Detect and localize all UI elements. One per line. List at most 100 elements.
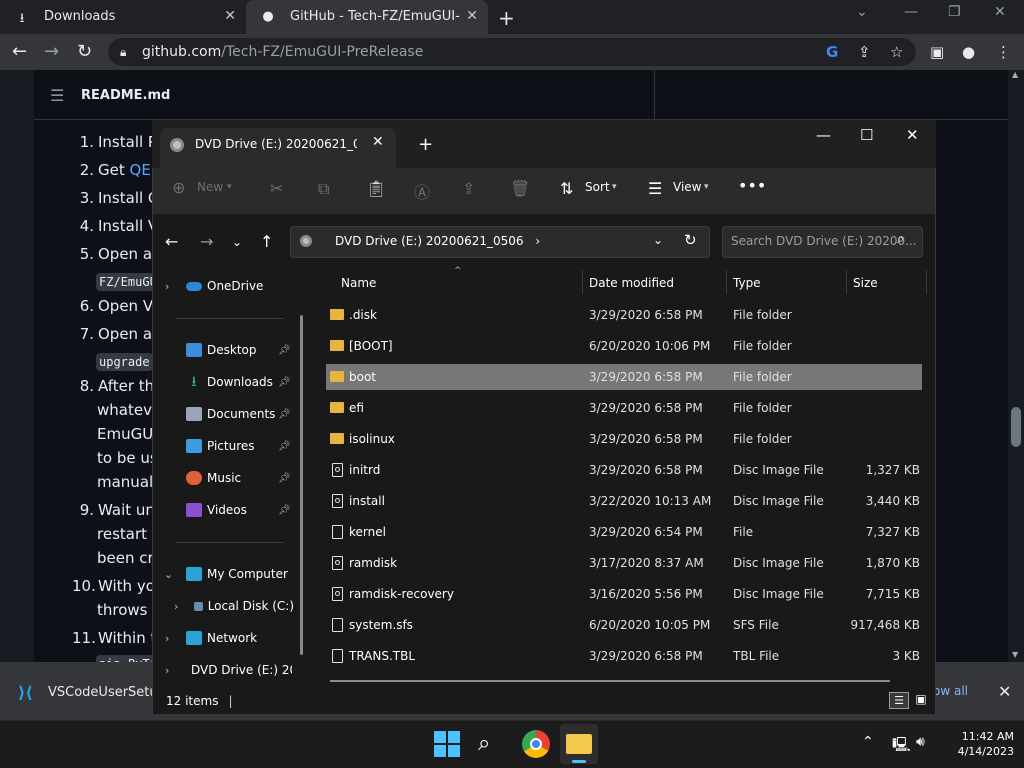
page-scrollbar[interactable]: [1008, 70, 1024, 662]
column-type[interactable]: Type: [733, 276, 761, 290]
new-plus-icon[interactable]: ⊕: [172, 178, 185, 197]
reload-button[interactable]: ↻: [77, 41, 92, 62]
column-separator[interactable]: [926, 270, 927, 294]
share-icon[interactable]: ⇪: [858, 43, 871, 61]
up-button[interactable]: ↑: [260, 232, 273, 251]
close-tab-icon[interactable]: ✕: [224, 8, 236, 24]
view-button[interactable]: View: [673, 180, 701, 194]
nav-item-downloads[interactable]: ⭳ Downloads: [186, 375, 273, 389]
scroll-up-arrow-icon[interactable]: ▲: [1012, 70, 1018, 79]
start-windows-icon[interactable]: [433, 730, 461, 758]
search-input[interactable]: Search DVD Drive (E:) 20200...: [731, 234, 917, 248]
maximize-button[interactable]: ☐: [860, 126, 873, 144]
pin-icon[interactable]: 📌︎: [278, 409, 291, 420]
nav-scrollbar[interactable]: [300, 315, 303, 655]
address-dropdown-icon[interactable]: ⌄: [653, 233, 663, 247]
new-tab-button[interactable]: +: [418, 134, 433, 155]
file-type: File folder: [733, 308, 792, 322]
restore-button[interactable]: ❐: [948, 4, 961, 20]
side-panel-icon[interactable]: ▣: [930, 43, 944, 61]
google-lens-icon[interactable]: G: [826, 43, 838, 61]
expand-chevron-icon[interactable]: ›: [165, 632, 169, 645]
refresh-icon[interactable]: ↻: [684, 231, 697, 249]
nav-item-onedrive[interactable]: OneDrive: [186, 279, 263, 293]
tab-github[interactable]: ● GitHub - Tech-FZ/EmuGUI-PreRelease ✕: [246, 0, 488, 34]
scroll-down-arrow-icon[interactable]: ▼: [1012, 650, 1018, 659]
menu-kebab-icon[interactable]: ⋮: [996, 43, 1011, 61]
nav-item-desktop[interactable]: Desktop: [186, 343, 257, 357]
paste-icon[interactable]: 📋︎: [366, 179, 386, 198]
nav-item-dvd-drive[interactable]: DVD Drive (E:) 20200621_0506: [186, 663, 292, 677]
nav-item-videos[interactable]: Videos: [186, 503, 247, 517]
expand-chevron-icon[interactable]: ›: [165, 280, 169, 293]
file-explorer-icon[interactable]: [566, 734, 592, 754]
tab-search-icon[interactable]: ⌄: [856, 4, 868, 20]
forward-button[interactable]: →: [44, 41, 59, 62]
close-tab-icon[interactable]: ✕: [466, 8, 478, 24]
network-icon[interactable]: 🖳︎: [892, 734, 911, 758]
profile-icon[interactable]: ●: [962, 43, 975, 61]
horizontal-scrollbar[interactable]: [330, 680, 890, 682]
nav-item-music[interactable]: Music: [186, 471, 241, 485]
close-window-button[interactable]: ✕: [994, 4, 1006, 20]
nav-item-network[interactable]: Network: [186, 631, 257, 645]
close-window-button[interactable]: ✕: [906, 126, 919, 144]
search-icon[interactable]: ⌕: [478, 730, 506, 758]
column-separator[interactable]: [846, 270, 847, 294]
recent-locations-chevron-icon[interactable]: ⌄: [232, 235, 242, 249]
sort-icon[interactable]: ⇅: [560, 179, 573, 198]
bookmark-star-icon[interactable]: ☆: [890, 43, 903, 61]
download-item[interactable]: VSCodeUserSetup: [48, 685, 166, 700]
list-icon[interactable]: ☰: [50, 86, 64, 105]
nav-item-local-disk[interactable]: Local Disk (C:): [194, 599, 294, 613]
more-options-icon[interactable]: •••: [738, 176, 766, 195]
column-size[interactable]: Size: [853, 276, 878, 290]
tab-downloads[interactable]: ⭳ Downloads ✕: [0, 0, 246, 34]
show-all-button[interactable]: ow all: [933, 684, 968, 698]
nav-item-documents[interactable]: Documents: [186, 407, 275, 421]
back-button[interactable]: ←: [165, 232, 178, 251]
expand-chevron-icon[interactable]: ›: [165, 664, 169, 677]
scrollbar-thumb[interactable]: [1011, 407, 1021, 447]
new-tab-button[interactable]: +: [498, 6, 515, 30]
column-separator[interactable]: [726, 270, 727, 294]
view-icon[interactable]: ☰: [648, 179, 662, 198]
cut-icon[interactable]: ✂: [270, 179, 283, 198]
tray-overflow-chevron-icon[interactable]: ⌃: [862, 734, 874, 750]
share-icon[interactable]: ⇪: [462, 179, 475, 198]
url-text[interactable]: github.com/Tech-FZ/EmuGUI-PreRelease: [142, 44, 423, 60]
column-separator[interactable]: [582, 270, 583, 294]
details-view-icon[interactable]: ☰: [889, 692, 909, 709]
collapse-chevron-icon[interactable]: ⌄: [164, 568, 173, 581]
rename-icon[interactable]: Ⓐ: [414, 179, 430, 203]
delete-icon[interactable]: 🗑︎: [510, 179, 530, 198]
new-button[interactable]: New: [197, 180, 223, 194]
expand-chevron-icon[interactable]: ›: [174, 600, 178, 613]
tiles-view-icon[interactable]: ▣: [911, 692, 931, 709]
minimize-button[interactable]: —: [904, 4, 918, 20]
search-icon[interactable]: ⌕: [897, 232, 904, 247]
address-text[interactable]: DVD Drive (E:) 20200621_0506 ›: [335, 234, 540, 248]
lock-icon[interactable]: 🔒︎: [120, 45, 126, 60]
pin-icon[interactable]: 📌︎: [278, 505, 291, 516]
sort-button[interactable]: Sort: [585, 180, 610, 194]
pin-icon[interactable]: 📌︎: [278, 473, 291, 484]
back-button[interactable]: ←: [12, 41, 27, 62]
chrome-icon[interactable]: [522, 730, 550, 758]
volume-icon[interactable]: 🔊︎: [916, 734, 925, 750]
nav-item-my-computer[interactable]: My Computer: [186, 567, 288, 581]
close-download-bar-icon[interactable]: ✕: [998, 682, 1011, 701]
pin-icon[interactable]: 📌︎: [278, 377, 291, 388]
pin-icon[interactable]: 📌︎: [278, 441, 291, 452]
column-date[interactable]: Date modified: [589, 276, 674, 290]
videos-icon: [186, 503, 202, 517]
copy-icon[interactable]: ⧉: [318, 179, 329, 199]
pin-icon[interactable]: 📌︎: [278, 345, 291, 356]
nav-item-pictures[interactable]: Pictures: [186, 439, 255, 453]
clock[interactable]: 11:42 AM 4/14/2023: [942, 729, 1014, 759]
drive-icon: [194, 601, 203, 611]
column-name[interactable]: Name: [341, 276, 376, 290]
forward-button[interactable]: →: [200, 232, 213, 251]
minimize-button[interactable]: —: [816, 126, 831, 144]
close-tab-icon[interactable]: ✕: [372, 134, 384, 150]
